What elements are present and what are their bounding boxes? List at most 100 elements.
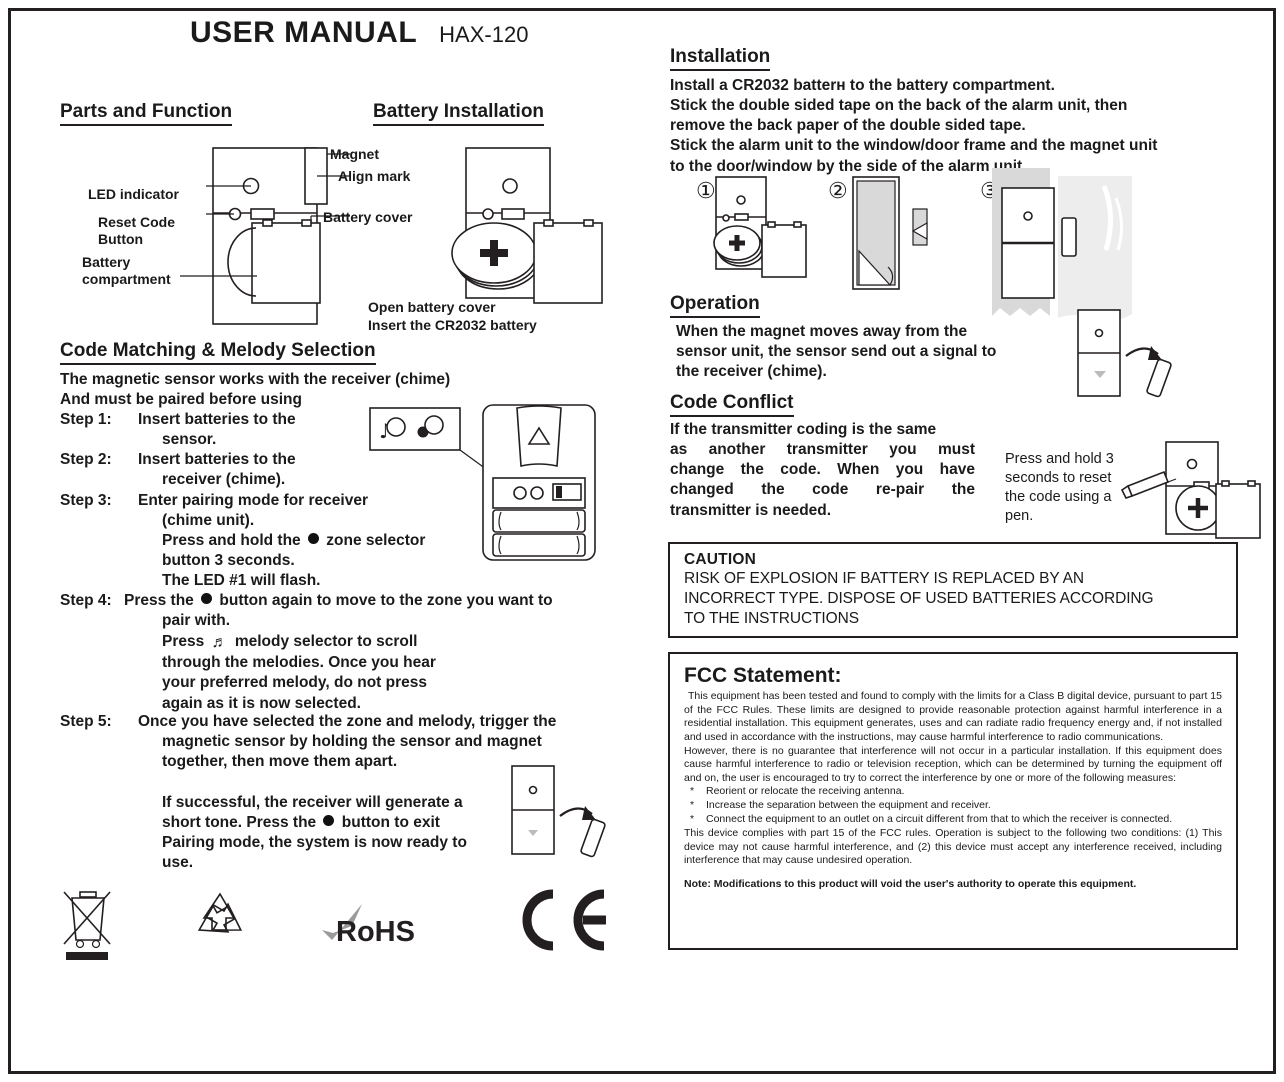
caution-body: RISK OF EXPLOSION IF BATTERY IS REPLACED… bbox=[684, 569, 1226, 628]
code-conflict-heading: Code Conflict bbox=[670, 392, 794, 417]
align-slot-shape bbox=[250, 208, 275, 220]
parts-and-function-heading-wrap: Parts and Function bbox=[60, 101, 233, 126]
step-line: pair with. bbox=[162, 612, 231, 630]
code-conflict-heading-wrap: Code Conflict bbox=[670, 392, 794, 417]
step-line: your preferred melody, do not press bbox=[162, 674, 427, 692]
step-line: Pairing mode, the system is now ready to bbox=[162, 833, 467, 851]
recycling-mobius-icon bbox=[197, 892, 243, 933]
step-row: Step 4: Press the button again to move t… bbox=[60, 591, 620, 714]
installation-line: remove the back paper of the double side… bbox=[670, 117, 1026, 135]
ce-mark-icon bbox=[522, 889, 606, 951]
zone-button-ring bbox=[424, 415, 444, 435]
battery-cover-shape bbox=[761, 224, 807, 278]
step-line: magnetic sensor by holding the sensor an… bbox=[162, 733, 542, 751]
removed-battery-cover-shape bbox=[533, 222, 603, 304]
step-body: Insert batteries to the sensor. bbox=[138, 410, 296, 450]
step-body: Insert batteries to the receiver (chime)… bbox=[138, 450, 296, 490]
reset-with-pen-diagram bbox=[1120, 438, 1261, 558]
step-line: Insert batteries to the bbox=[138, 411, 296, 428]
zone-selector-dot-icon bbox=[201, 593, 213, 605]
install-figure-1-svg bbox=[713, 176, 807, 278]
parts-diagram bbox=[20, 128, 360, 328]
magnet-shape bbox=[1146, 358, 1172, 398]
fcc-bullet-item: * Increase the separation between the eq… bbox=[684, 799, 1222, 813]
compliance-marks-svg: RoHS bbox=[63, 889, 606, 960]
bullet-marker-icon: * bbox=[690, 813, 695, 826]
bullet-marker-icon: * bbox=[690, 785, 695, 798]
installation-heading-wrap: Installation bbox=[670, 46, 771, 71]
fcc-paragraph-1: This equipment has been tested and found… bbox=[684, 690, 1222, 743]
step-line-press-button: Press the button again to move to the zo… bbox=[124, 592, 553, 610]
melody-button-ring bbox=[386, 417, 406, 437]
battery-installation-heading-wrap: Battery Installation bbox=[373, 101, 545, 126]
step-line: Insert batteries to the bbox=[138, 451, 296, 469]
step-line: Once you have selected the zone and melo… bbox=[138, 713, 557, 730]
step-label: Step 2: bbox=[60, 451, 112, 469]
caution-line: TO THE INSTRUCTIONS bbox=[684, 609, 859, 627]
operation-heading: Operation bbox=[670, 293, 760, 318]
compliance-marks: RoHS bbox=[50, 886, 620, 966]
installation-heading: Installation bbox=[670, 46, 771, 71]
rohs-mark: RoHS bbox=[322, 904, 415, 948]
installation-line: Install a CR2032 batterн to the battery … bbox=[670, 77, 1055, 94]
reset-with-pen-svg bbox=[1120, 441, 1261, 539]
magnet-shape bbox=[580, 818, 606, 858]
code-conflict-line: transmitter is needed. bbox=[670, 501, 832, 519]
reset-note-line: pen. bbox=[1005, 507, 1034, 524]
magnet-shape bbox=[1061, 217, 1077, 257]
chime-button-2 bbox=[530, 486, 544, 500]
operation-line: the receiver (chime). bbox=[676, 363, 827, 381]
install-figure-2 bbox=[845, 173, 965, 313]
label-battery-compartment: Battery compartment bbox=[82, 254, 171, 287]
chime-battery-2 bbox=[492, 533, 586, 557]
motion-arrow-icon bbox=[1148, 346, 1162, 360]
code-conflict-line: If the transmitter coding is the same bbox=[670, 421, 937, 438]
operation-text: When the magnet moves away from the sens… bbox=[676, 322, 1026, 382]
install-figure-2-svg bbox=[852, 176, 928, 290]
operation-line: sensor unit, the sensor send out a signa… bbox=[676, 343, 997, 361]
install-figure-1 bbox=[710, 173, 830, 313]
step-line: sensor. bbox=[162, 431, 217, 449]
label-led-indicator: LED indicator bbox=[88, 186, 180, 202]
step-line: through the melodies. Once you hear bbox=[162, 654, 436, 672]
installation-line: Stick the alarm unit to the window/door … bbox=[670, 137, 1158, 155]
step-label: Step 1: bbox=[60, 411, 112, 428]
battery-caption-line2: Insert the CR2032 battery bbox=[368, 317, 537, 333]
caution-box: CAUTION RISK OF EXPLOSION IF BATTERY IS … bbox=[668, 542, 1238, 639]
label-reset-code-button: Reset Code Button bbox=[98, 214, 176, 247]
chime-button-1 bbox=[513, 486, 527, 500]
weee-crossed-bin-icon bbox=[63, 891, 111, 960]
code-matching-heading-wrap: Code Matching & Melody Selection bbox=[60, 340, 376, 365]
manual-page: USER MANUAL HAX-120 Parts and Function B… bbox=[0, 0, 1284, 1082]
step-line: use. bbox=[162, 853, 194, 871]
step-line: The LED #1 will flash. bbox=[162, 572, 321, 590]
battery-cover-shape bbox=[251, 222, 321, 304]
fcc-bullet-text: Increase the separation between the equi… bbox=[706, 799, 991, 812]
led-indicator-shape bbox=[528, 785, 538, 795]
reset-note-line: seconds to reset bbox=[1005, 469, 1112, 486]
led-indicator-shape bbox=[1023, 211, 1033, 221]
step-body: Press the button again to move to the zo… bbox=[124, 591, 553, 714]
zone-selector-dot-icon bbox=[323, 814, 335, 826]
parts-and-function-heading: Parts and Function bbox=[60, 101, 233, 126]
battery-installation-svg bbox=[451, 147, 603, 304]
reset-note-line: Press and hold 3 bbox=[1005, 451, 1114, 467]
code-matching-heading: Code Matching & Melody Selection bbox=[60, 340, 376, 365]
step-line: If successful, the receiver will generat… bbox=[162, 793, 463, 811]
fcc-title: FCC Statement: bbox=[684, 664, 842, 687]
fcc-bullet-list: * Reorient or relocate the receiving ant… bbox=[684, 785, 1222, 827]
bullet-marker-icon: * bbox=[690, 799, 695, 812]
code-conflict-text: If the transmitter coding is the same as… bbox=[670, 420, 975, 521]
step-label: Step 3: bbox=[60, 491, 112, 509]
step-label: Step 4: bbox=[60, 592, 112, 610]
fcc-bullet-text: Reorient or relocate the receiving anten… bbox=[706, 785, 905, 798]
caution-line: RISK OF EXPLOSION IF BATTERY IS REPLACED… bbox=[684, 570, 1084, 587]
caution-title: CAUTION bbox=[684, 551, 757, 568]
code-matching-intro-line1: The magnetic sensor works with the recei… bbox=[60, 371, 451, 388]
parts-diagram-svg bbox=[180, 147, 350, 325]
fcc-bullet-text: Connect the equipment to an outlet on a … bbox=[706, 813, 1173, 826]
fcc-bullet-item: * Connect the equipment to an outlet on … bbox=[684, 813, 1222, 827]
melody-note-icon: ♬ bbox=[211, 633, 228, 651]
step-line: (chime unit). bbox=[162, 511, 255, 529]
step-line-exit-pairing: short tone. Press the button to exit bbox=[162, 813, 440, 831]
